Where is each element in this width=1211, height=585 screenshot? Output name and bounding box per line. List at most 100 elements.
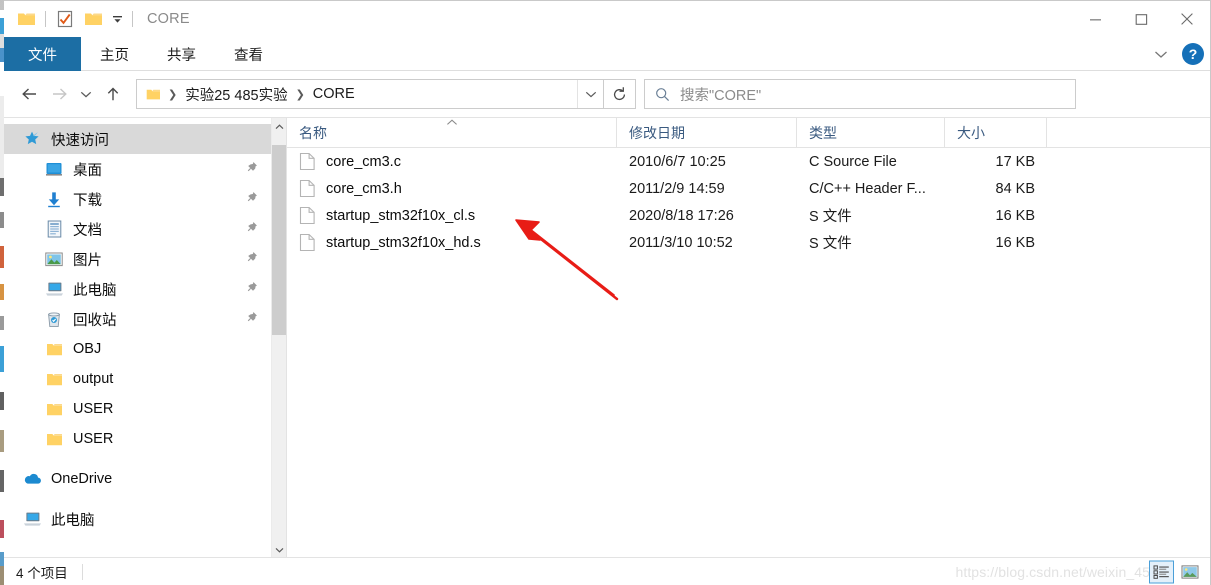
table-row[interactable]: startup_stm32f10x_cl.s 2020/8/18 17:26 S…	[287, 202, 1210, 229]
close-button[interactable]	[1164, 1, 1210, 37]
file-name: core_cm3.c	[326, 153, 401, 170]
large-icons-view-icon[interactable]	[1177, 560, 1202, 583]
scrollbar-thumb[interactable]	[272, 145, 286, 335]
back-button[interactable]	[14, 79, 44, 109]
sidebar-item-pictures[interactable]: 图片	[4, 244, 271, 274]
computer-icon	[44, 279, 64, 299]
scroll-down-icon[interactable]	[272, 541, 286, 558]
column-header-date-modified[interactable]: 修改日期	[617, 118, 797, 147]
file-type-cell: C Source File	[809, 153, 897, 170]
pin-icon[interactable]	[246, 310, 258, 328]
help-icon[interactable]: ?	[1182, 43, 1204, 65]
forward-button[interactable]	[44, 79, 74, 109]
chevron-down-icon[interactable]	[1148, 41, 1174, 67]
address-dropdown-icon[interactable]	[577, 80, 603, 108]
search-icon	[655, 87, 670, 102]
file-name-cell: startup_stm32f10x_hd.s	[287, 233, 617, 252]
qat-dropdown-icon[interactable]	[107, 5, 127, 33]
recent-locations-icon[interactable]	[74, 79, 98, 109]
pin-icon[interactable]	[246, 190, 258, 208]
window-title: CORE	[147, 11, 190, 27]
qat-separator-2	[132, 11, 133, 27]
file-size-cell: 84 KB	[995, 180, 1036, 197]
sidebar-item-recycle-bin[interactable]: 回收站	[4, 304, 271, 334]
pin-icon[interactable]	[246, 220, 258, 238]
sidebar-item-label: 文档	[73, 222, 102, 239]
properties-icon[interactable]	[51, 5, 79, 33]
file-type-cell: S 文件	[809, 209, 852, 225]
breadcrumb-separator-0[interactable]: ❯	[164, 88, 181, 101]
sidebar-item-downloads[interactable]: 下载	[4, 184, 271, 214]
sidebar-item-onedrive[interactable]: OneDrive	[4, 464, 271, 494]
explorer-body: 快速访问 桌面 下载 文档 图片 此电脑 回收站 OBJ output USER…	[4, 117, 1210, 558]
minimize-button[interactable]	[1072, 1, 1118, 37]
column-label: 名称	[299, 124, 327, 141]
file-icon	[299, 233, 316, 252]
column-header-type[interactable]: 类型	[797, 118, 945, 147]
sidebar-item-label: 图片	[73, 252, 102, 269]
column-header-size[interactable]: 大小	[945, 118, 1047, 147]
details-view-icon[interactable]	[1149, 560, 1174, 583]
scroll-up-icon[interactable]	[272, 118, 286, 135]
pictures-icon	[44, 249, 64, 269]
sort-ascending-icon	[445, 119, 459, 127]
watermark-text: https://blog.csdn.net/weixin_45	[955, 563, 1150, 580]
recycle-bin-icon	[44, 309, 64, 329]
ribbon-right-controls: ?	[1148, 37, 1204, 71]
sidebar-item-output[interactable]: output	[4, 364, 271, 394]
breadcrumb-item-0[interactable]: 实验25 485实验	[181, 82, 291, 107]
table-row[interactable]: core_cm3.c 2010/6/7 10:25 C Source File …	[287, 148, 1210, 175]
status-bar: 4 个项目 https://blog.csdn.net/weixin_45	[4, 557, 1210, 585]
quick-access-toolbar: CORE	[4, 1, 190, 37]
tab-view[interactable]: 查看	[215, 37, 282, 71]
column-label: 大小	[957, 124, 985, 141]
file-size-cell: 16 KB	[995, 207, 1036, 224]
file-explorer-window: CORE 文件 主页 共享 查看 ? ❯ 实验25 485实验 ❯ CORE 搜…	[0, 0, 1211, 585]
sidebar-item-desktop[interactable]: 桌面	[4, 154, 271, 184]
table-row[interactable]: core_cm3.h 2011/2/9 14:59 C/C++ Header F…	[287, 175, 1210, 202]
status-separator	[81, 563, 83, 580]
sidebar-item-label: OBJ	[73, 341, 102, 357]
sidebar-item-this-pc-root[interactable]: 此电脑	[4, 504, 271, 534]
pin-icon[interactable]	[246, 280, 258, 298]
file-name: startup_stm32f10x_cl.s	[326, 207, 476, 224]
column-label: 修改日期	[629, 124, 685, 141]
sidebar-item-user-1[interactable]: USER	[4, 394, 271, 424]
sidebar-item-label: 回收站	[73, 312, 117, 329]
star-icon	[22, 129, 42, 149]
sidebar-item-this-pc[interactable]: 此电脑	[4, 274, 271, 304]
table-row[interactable]: startup_stm32f10x_hd.s 2011/3/10 10:52 S…	[287, 229, 1210, 256]
navigation-tree: 快速访问 桌面 下载 文档 图片 此电脑 回收站 OBJ output USER…	[4, 118, 271, 558]
tab-share[interactable]: 共享	[148, 37, 215, 71]
column-header-name[interactable]: 名称	[287, 118, 617, 147]
document-icon	[44, 219, 64, 239]
breadcrumb-separator-1[interactable]: ❯	[292, 88, 309, 101]
tab-home[interactable]: 主页	[81, 37, 148, 71]
window-controls	[1072, 1, 1210, 37]
address-bar[interactable]: ❯ 实验25 485实验 ❯ CORE	[136, 79, 604, 109]
background-window-sliver	[0, 0, 4, 585]
up-button[interactable]	[98, 79, 128, 109]
column-header-filler[interactable]	[1047, 118, 1210, 147]
search-input[interactable]: 搜索"CORE"	[644, 79, 1076, 109]
sidebar-item-label: USER	[73, 401, 114, 417]
sidebar-item-obj[interactable]: OBJ	[4, 334, 271, 364]
new-folder-icon[interactable]	[79, 5, 107, 33]
breadcrumb-folder-icon[interactable]	[144, 84, 162, 104]
pin-icon[interactable]	[246, 160, 258, 178]
file-date-cell: 2011/2/9 14:59	[629, 180, 725, 197]
tab-file[interactable]: 文件	[4, 37, 81, 71]
column-label: 类型	[809, 124, 837, 141]
sidebar-item-user-2[interactable]: USER	[4, 424, 271, 454]
navigation-scrollbar[interactable]	[271, 118, 286, 558]
sidebar-item-quick-access[interactable]: 快速访问	[4, 124, 271, 154]
sidebar-item-documents[interactable]: 文档	[4, 214, 271, 244]
download-icon	[44, 189, 64, 209]
folder-icon[interactable]	[12, 5, 40, 33]
computer-icon	[22, 509, 42, 529]
pin-icon[interactable]	[246, 250, 258, 268]
file-date-cell: 2011/3/10 10:52	[629, 234, 733, 251]
maximize-button[interactable]	[1118, 1, 1164, 37]
breadcrumb-item-1[interactable]: CORE	[309, 84, 359, 104]
refresh-button[interactable]	[604, 79, 636, 109]
